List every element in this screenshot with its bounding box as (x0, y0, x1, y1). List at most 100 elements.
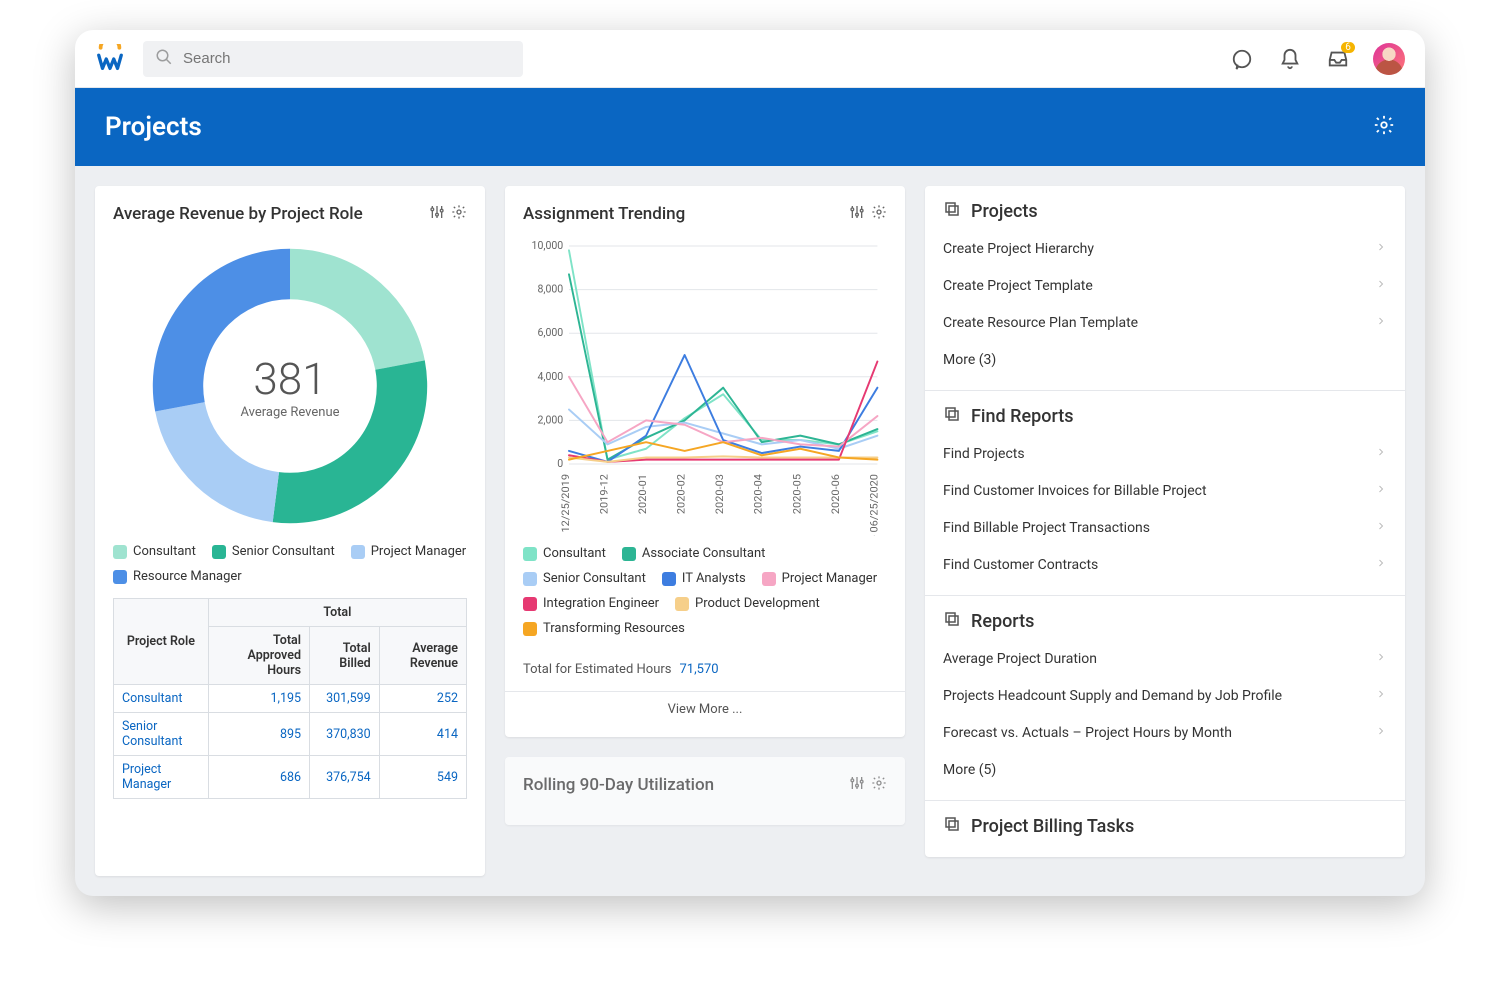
legend-item[interactable]: Integration Engineer (523, 596, 659, 611)
chevron-right-icon (1375, 557, 1387, 573)
th-hours: Total Approved Hours (208, 627, 309, 685)
svg-text:4,000: 4,000 (537, 370, 563, 383)
search-icon (155, 48, 183, 70)
link-label: Average Project Duration (943, 651, 1097, 667)
card-average-revenue: Average Revenue by Project Role 381 Aver… (95, 186, 485, 876)
section-icon (943, 610, 961, 632)
table-row: Project Manager 686 376,754 549 (114, 756, 467, 799)
legend-label: Consultant (133, 544, 196, 559)
svg-text:2020-04: 2020-04 (752, 474, 765, 514)
legend-item[interactable]: Product Development (675, 596, 820, 611)
chevron-right-icon (1375, 446, 1387, 462)
legend-item[interactable]: Associate Consultant (622, 546, 766, 561)
page-title: Projects (105, 112, 202, 142)
cell-link[interactable]: 414 (437, 727, 458, 742)
dashboard-content: Average Revenue by Project Role 381 Aver… (75, 166, 1425, 896)
legend-item[interactable]: Senior Consultant (212, 544, 335, 559)
nav-link[interactable]: Create Project Hierarchy (943, 230, 1387, 267)
cell-link[interactable]: 301,599 (326, 691, 371, 706)
cell-link[interactable]: 370,830 (326, 727, 371, 742)
swatch-icon (662, 572, 676, 586)
user-avatar[interactable] (1373, 43, 1405, 75)
sliders-icon[interactable] (849, 204, 865, 224)
table-row: Consultant 1,195 301,599 252 (114, 685, 467, 713)
role-link[interactable]: Project Manager (122, 762, 171, 792)
nav-link[interactable]: Find Customer Contracts (943, 546, 1387, 583)
legend-label: Senior Consultant (232, 544, 335, 559)
cell-link[interactable]: 376,754 (326, 770, 371, 785)
nav-link[interactable]: Find Billable Project Transactions (943, 509, 1387, 546)
section-header: Find Reports (925, 391, 1405, 435)
revenue-table: Project RoleTotal Total Approved Hours T… (113, 598, 467, 799)
inbox-icon[interactable]: 6 (1325, 46, 1351, 72)
search-input[interactable] (183, 50, 511, 67)
svg-text:8,000: 8,000 (537, 282, 563, 295)
svg-text:2020-06: 2020-06 (829, 474, 842, 514)
role-link[interactable]: Senior Consultant (122, 719, 182, 749)
th-billed: Total Billed (310, 627, 380, 685)
swatch-icon (675, 597, 689, 611)
chevron-right-icon (1375, 241, 1387, 257)
nav-link[interactable]: Projects Headcount Supply and Demand by … (943, 677, 1387, 714)
sliders-icon[interactable] (429, 204, 445, 224)
swatch-icon (113, 570, 127, 584)
card-rolling-utilization: Rolling 90-Day Utilization (505, 757, 905, 825)
card-title: Assignment Trending (523, 204, 685, 224)
view-more-link[interactable]: View More ... (523, 692, 887, 719)
legend-label: Project Manager (782, 571, 877, 586)
link-label: Create Project Template (943, 278, 1093, 294)
chevron-right-icon (1375, 315, 1387, 331)
svg-text:10,000: 10,000 (532, 239, 564, 252)
legend-item[interactable]: Transforming Resources (523, 621, 685, 636)
nav-link[interactable]: Forecast vs. Actuals – Project Hours by … (943, 714, 1387, 751)
legend-item[interactable]: Consultant (523, 546, 606, 561)
more-link[interactable]: More (3) (943, 341, 1387, 378)
role-link[interactable]: Consultant (122, 691, 182, 706)
workday-logo[interactable] (95, 44, 125, 74)
legend-item[interactable]: Consultant (113, 544, 196, 559)
legend-label: Integration Engineer (543, 596, 659, 611)
more-link[interactable]: More (5) (943, 751, 1387, 788)
nav-link[interactable]: Find Projects (943, 435, 1387, 472)
nav-link[interactable]: Create Project Template (943, 267, 1387, 304)
cell-link[interactable]: 549 (437, 770, 458, 785)
page-settings-icon[interactable] (1373, 114, 1395, 140)
sliders-icon[interactable] (849, 775, 865, 795)
cell-link[interactable]: 1,195 (270, 691, 301, 706)
legend-item[interactable]: Project Manager (762, 571, 877, 586)
svg-text:2020-03: 2020-03 (713, 474, 726, 514)
cell-link[interactable]: 686 (280, 770, 301, 785)
svg-text:< 12/25/2019: < 12/25/2019 (559, 474, 572, 536)
section-icon (943, 405, 961, 427)
svg-text:> 06/25/2020: > 06/25/2020 (868, 474, 881, 536)
trending-legend: Consultant Associate Consultant Senior Con… (523, 546, 887, 636)
nav-link[interactable]: Create Resource Plan Template (943, 304, 1387, 341)
swatch-icon (523, 622, 537, 636)
legend-item[interactable]: Resource Manager (113, 569, 242, 584)
search-box[interactable] (143, 41, 523, 77)
svg-text:0: 0 (557, 457, 563, 470)
cell-link[interactable]: 252 (437, 691, 458, 706)
right-link-panel: ProjectsCreate Project HierarchyCreate P… (925, 186, 1405, 857)
gear-icon[interactable] (451, 204, 467, 224)
donut-chart[interactable]: 381 Average Revenue (150, 246, 430, 526)
link-label: More (3) (943, 352, 996, 368)
gear-icon[interactable] (871, 775, 887, 795)
donut-value: 381 (253, 353, 326, 405)
cell-link[interactable]: 895 (280, 727, 301, 742)
notifications-icon[interactable] (1277, 46, 1303, 72)
nav-link[interactable]: Average Project Duration (943, 640, 1387, 677)
swatch-icon (212, 545, 226, 559)
nav-link[interactable]: Find Customer Invoices for Billable Proj… (943, 472, 1387, 509)
section-title: Reports (971, 611, 1034, 632)
legend-item[interactable]: IT Analysts (662, 571, 746, 586)
gear-icon[interactable] (871, 204, 887, 224)
svg-text:2019-12: 2019-12 (598, 474, 611, 514)
th-rev: Average Revenue (379, 627, 466, 685)
legend-item[interactable]: Project Manager (351, 544, 466, 559)
legend-item[interactable]: Senior Consultant (523, 571, 646, 586)
swatch-icon (523, 597, 537, 611)
legend-label: Senior Consultant (543, 571, 646, 586)
line-chart[interactable]: 02,0004,0006,0008,00010,000< 12/25/20192… (523, 236, 887, 536)
chat-icon[interactable] (1229, 46, 1255, 72)
